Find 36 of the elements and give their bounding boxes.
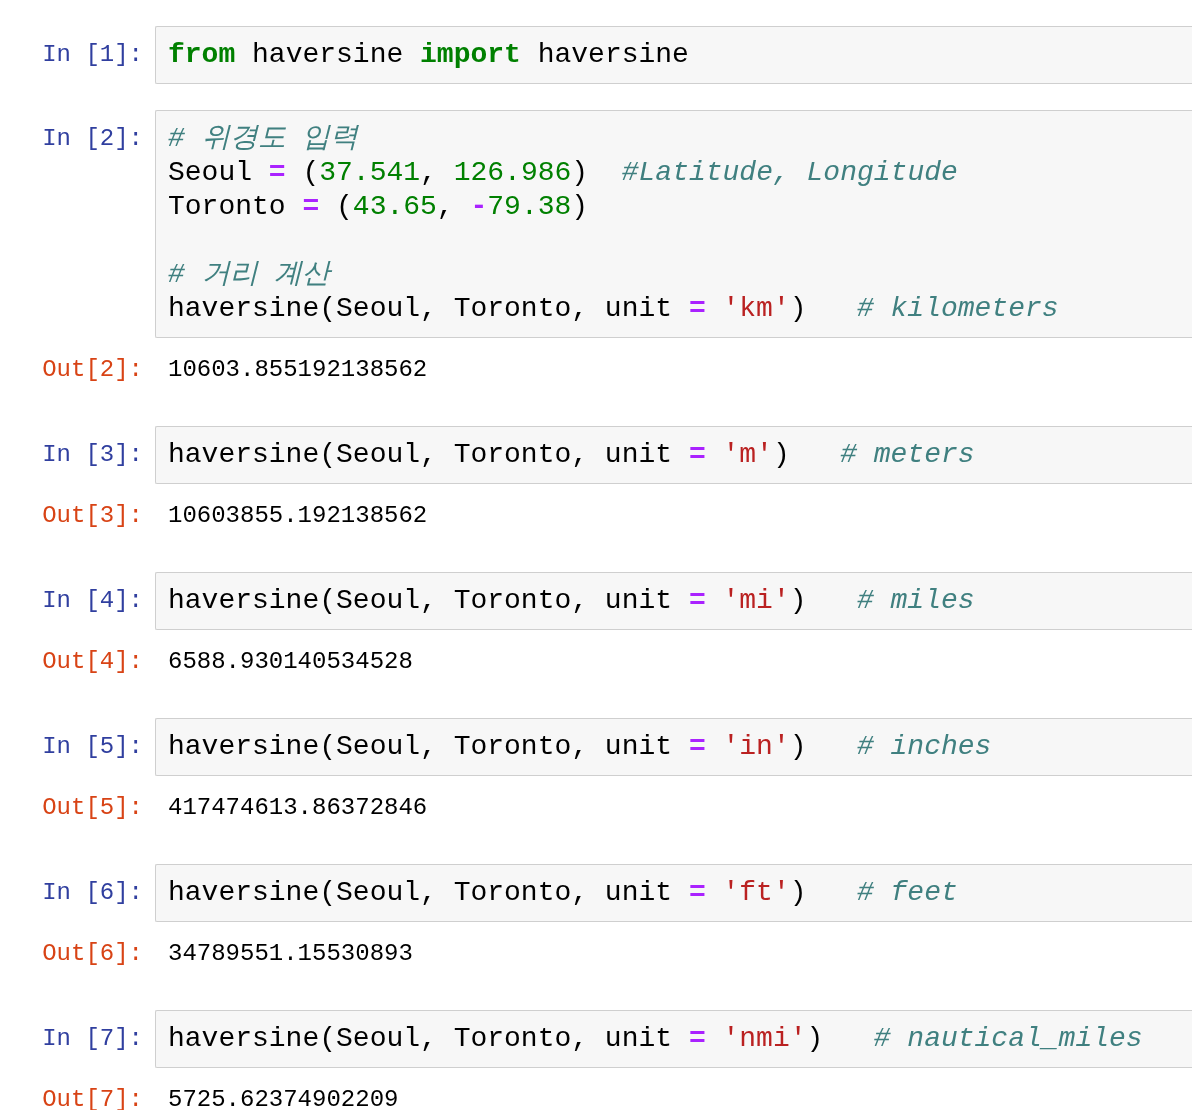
input-prompt: In [3]: [42, 440, 143, 470]
output-text: 5725.62374902209 [167, 1085, 399, 1110]
code-line: Seoul = (37.541, 126.986) #Latitude, Longitude [168, 156, 958, 190]
output-prompt: Out[6]: [42, 939, 143, 969]
input-prompt: In [2]: [42, 124, 143, 154]
code-line: # 위경도 입력 [168, 122, 359, 156]
input-prompt: In [6]: [42, 878, 143, 908]
code-line: from haversine import haversine [168, 38, 689, 72]
code-cell[interactable]: from haversine import haversine [155, 26, 1192, 84]
code-line: # 거리 계산 [168, 258, 331, 292]
output-text: 10603.855192138562 [167, 355, 428, 385]
code-line: haversine(Seoul, Toronto, unit = 'ft') # feet [168, 876, 958, 910]
output-text: 34789551.15530893 [167, 939, 413, 969]
code-line: Toronto = (43.65, -79.38) [168, 190, 589, 224]
output-text: 10603855.192138562 [167, 501, 428, 531]
input-prompt: In [5]: [42, 732, 143, 762]
code-cell[interactable]: haversine(Seoul, Toronto, unit = 'mi') # miles [155, 572, 1192, 630]
code-line: haversine(Seoul, Toronto, unit = 'nmi') # nautical_miles [168, 1022, 1143, 1056]
code-cell[interactable]: haversine(Seoul, Toronto, unit = 'ft') # feet [155, 864, 1192, 922]
input-prompt: In [1]: [42, 40, 143, 70]
input-prompt: In [7]: [42, 1024, 143, 1054]
code-line: haversine(Seoul, Toronto, unit = 'm') # meters [168, 438, 975, 472]
code-line: haversine(Seoul, Toronto, unit = 'km') # kilometers [168, 292, 1059, 326]
code-cell[interactable]: haversine(Seoul, Toronto, unit = 'nmi') # nautical_miles [155, 1010, 1192, 1068]
code-cell[interactable]: haversine(Seoul, Toronto, unit = 'in') # inches [155, 718, 1192, 776]
code-line: haversine(Seoul, Toronto, unit = 'in') # inches [168, 730, 992, 764]
code-cell[interactable]: haversine(Seoul, Toronto, unit = 'm') # meters [155, 426, 1192, 484]
input-prompt: In [4]: [42, 586, 143, 616]
code-cell[interactable]: # 위경도 입력 Seoul = (37.541, 126.986) #Latitude, Longitude Toronto = (43.65, -79.38) # 거리 계산 haversine(Seoul, Toronto, unit = 'km') # kilometers [155, 110, 1192, 338]
output-prompt: Out[5]: [42, 793, 143, 823]
code-line: haversine(Seoul, Toronto, unit = 'mi') # miles [168, 584, 975, 618]
output-prompt: Out[2]: [42, 355, 143, 385]
output-prompt: Out[3]: [42, 501, 143, 531]
output-prompt: Out[4]: [42, 647, 143, 677]
output-text: 6588.930140534528 [167, 647, 413, 677]
output-text: 417474613.86372846 [167, 793, 428, 823]
